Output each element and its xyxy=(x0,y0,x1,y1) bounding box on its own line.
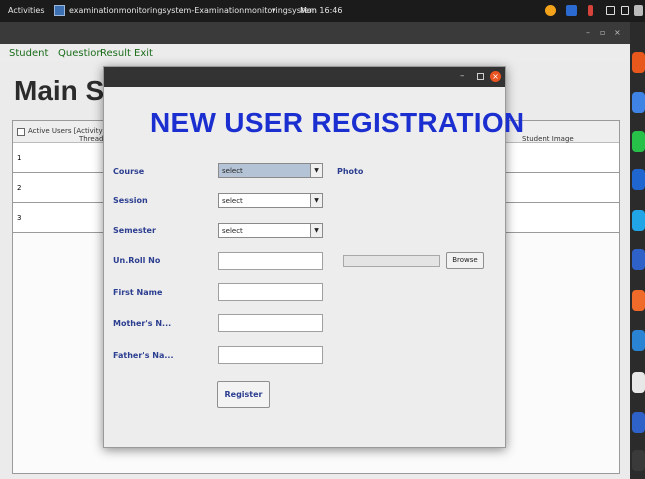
close-x-icon[interactable] xyxy=(632,169,645,190)
course-select-value: select xyxy=(222,167,243,175)
semester-select[interactable]: select ▼ xyxy=(218,223,323,238)
help-icon[interactable] xyxy=(632,330,645,351)
roll-no-input[interactable] xyxy=(218,252,323,270)
session-label: Session xyxy=(113,196,148,205)
app-menu-icon xyxy=(54,5,65,16)
main-minimize-button[interactable]: – xyxy=(586,28,590,37)
column-student-image[interactable]: Student Image xyxy=(522,135,574,143)
course-label: Course xyxy=(113,167,145,176)
skype-icon[interactable] xyxy=(632,210,645,231)
whatsapp-icon[interactable] xyxy=(632,131,645,152)
semester-select-value: select xyxy=(222,227,243,235)
father-name-label: Father's Na... xyxy=(113,351,174,360)
apps-grid-icon[interactable] xyxy=(632,450,645,471)
chrome-icon[interactable] xyxy=(632,92,645,113)
app-menu-caret[interactable]: ▾ xyxy=(272,6,276,14)
editor-icon[interactable] xyxy=(632,372,645,393)
dialog-minimize-button[interactable]: – xyxy=(460,71,465,81)
menu-question[interactable]: Question xyxy=(58,48,103,59)
desktop: Activities examinationmonitoringsystem-E… xyxy=(0,0,645,479)
menu-bar: Student Question Result Exit xyxy=(0,44,630,62)
main-maximize-button[interactable]: ▫ xyxy=(600,28,605,37)
box-icon[interactable] xyxy=(632,249,645,270)
mother-name-input[interactable] xyxy=(218,314,323,332)
chevron-down-icon: ▼ xyxy=(310,194,322,207)
box-icon[interactable] xyxy=(632,412,645,433)
network-icon[interactable] xyxy=(606,6,615,15)
power-icon[interactable] xyxy=(634,5,643,16)
menu-exit[interactable]: Exit xyxy=(134,48,153,59)
clock[interactable]: Mon 16:46 xyxy=(300,6,342,15)
menu-student[interactable]: Student xyxy=(9,48,48,59)
photo-label: Photo xyxy=(337,167,364,176)
main-window-titlebar[interactable]: – ▫ × xyxy=(0,22,630,44)
course-select[interactable]: select ▼ xyxy=(218,163,323,178)
activities-button[interactable]: Activities xyxy=(8,6,45,15)
chevron-down-icon: ▼ xyxy=(310,164,322,177)
dialog-maximize-button[interactable] xyxy=(477,73,484,80)
dock xyxy=(630,22,645,479)
main-close-button[interactable]: × xyxy=(614,28,621,37)
menu-result[interactable]: Result xyxy=(100,48,131,59)
tray-app-icon[interactable] xyxy=(545,5,556,16)
mother-name-label: Mother's N... xyxy=(113,319,172,328)
registration-dialog: – × NEW USER REGISTRATION Course select … xyxy=(103,66,524,448)
dialog-title: NEW USER REGISTRATION xyxy=(150,107,525,138)
photo-path-field[interactable] xyxy=(343,255,440,267)
system-top-bar: Activities examinationmonitoringsystem-E… xyxy=(0,0,645,22)
dialog-close-button[interactable]: × xyxy=(490,71,501,82)
volume-icon[interactable] xyxy=(621,6,629,15)
roll-no-label: Un.Roll No xyxy=(113,256,161,265)
chevron-down-icon: ▼ xyxy=(310,224,322,237)
first-name-input[interactable] xyxy=(218,283,323,301)
tray-bluetooth-icon[interactable] xyxy=(566,5,577,16)
firefox-icon[interactable] xyxy=(632,52,645,73)
active-users-checkbox[interactable] xyxy=(17,128,25,136)
session-select[interactable]: select ▼ xyxy=(218,193,323,208)
app-menu-title[interactable]: examinationmonitoringsystem-Examinationm… xyxy=(69,6,317,15)
row-number: 3 xyxy=(17,214,22,222)
row-number: 1 xyxy=(17,154,22,162)
dialog-titlebar[interactable]: – × xyxy=(104,67,505,87)
tray-indicator-icon[interactable] xyxy=(588,5,593,16)
register-button[interactable]: Register xyxy=(217,381,270,408)
father-name-input[interactable] xyxy=(218,346,323,364)
browse-button[interactable]: Browse xyxy=(446,252,484,269)
first-name-label: First Name xyxy=(113,288,163,297)
session-select-value: select xyxy=(222,197,243,205)
semester-label: Semester xyxy=(113,226,156,235)
appcenter-icon[interactable] xyxy=(632,290,645,311)
row-number: 2 xyxy=(17,184,22,192)
